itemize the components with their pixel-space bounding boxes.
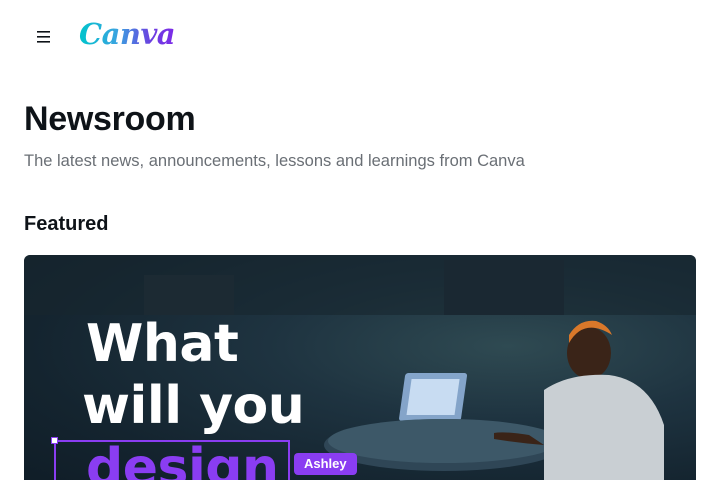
selection-box bbox=[51, 437, 290, 480]
hero-line-1: What bbox=[86, 314, 239, 374]
site-header: Canva bbox=[0, 0, 720, 72]
canva-logo[interactable]: Canva bbox=[79, 14, 176, 54]
hero-line-2: will you bbox=[82, 376, 305, 436]
collaborator-tag: Ashley bbox=[294, 453, 357, 475]
page-title: Newsroom bbox=[24, 100, 196, 138]
selection-handle bbox=[51, 437, 58, 444]
featured-article-card[interactable]: What will you design Ashley bbox=[24, 255, 696, 480]
page-subtitle: The latest news, announcements, lessons … bbox=[24, 152, 525, 170]
hamburger-menu-icon[interactable] bbox=[32, 27, 56, 47]
featured-heading: Featured bbox=[24, 213, 109, 235]
